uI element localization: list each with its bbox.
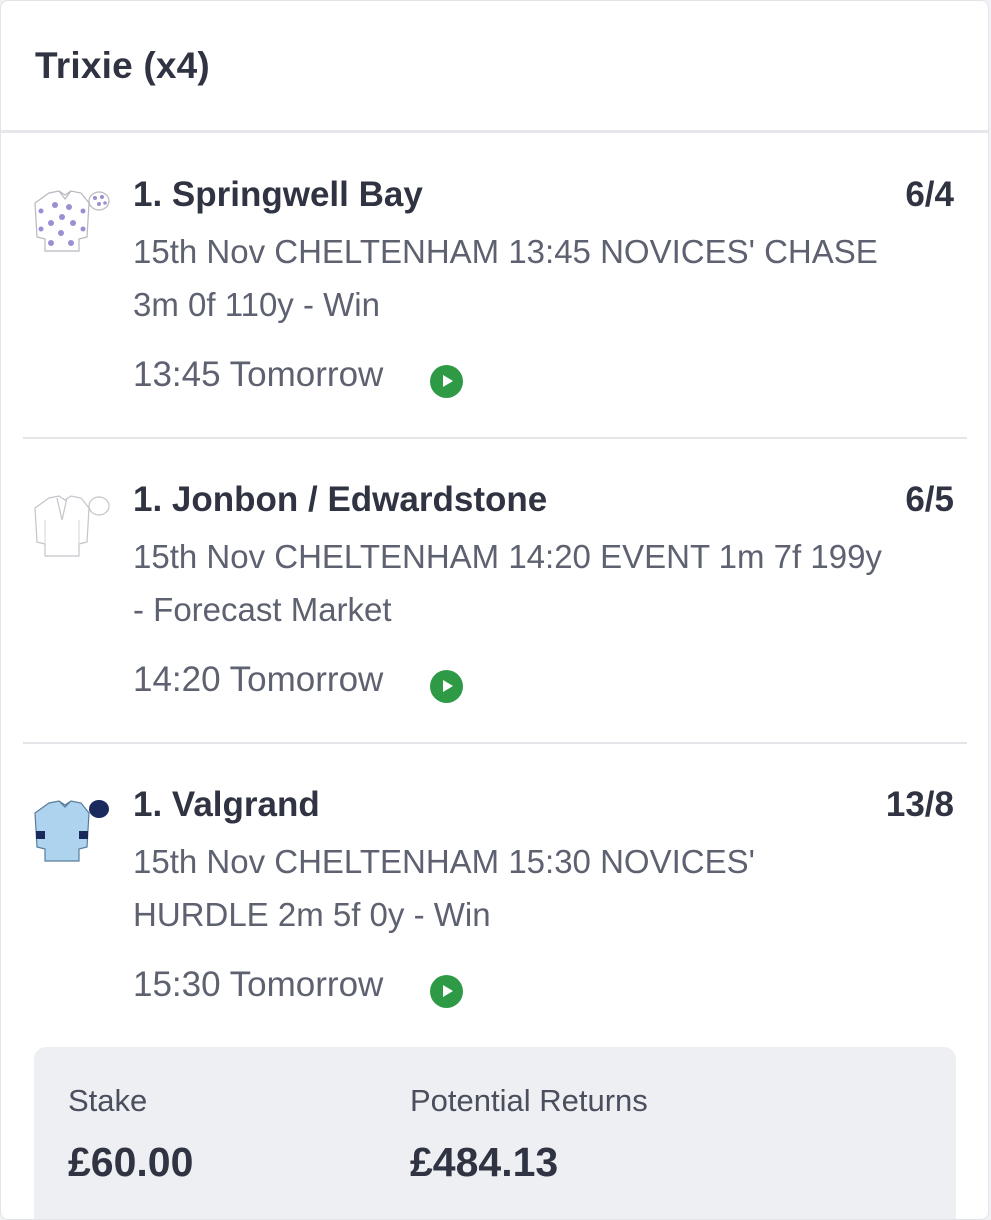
selection-row: 1. Springwell Bay 6/4 15th Nov CHELTENHA… <box>1 169 988 474</box>
play-icon[interactable] <box>430 365 463 398</box>
selection-row: 1. Valgrand 13/8 15th Nov CHELTENHAM 15:… <box>1 779 988 1084</box>
selection-odds: 6/4 <box>905 175 954 214</box>
selection-odds: 6/5 <box>905 480 954 519</box>
selection-row: 1. Jonbon / Edwardstone 6/5 15th Nov CHE… <box>1 474 988 779</box>
silk-generic-white-icon <box>34 495 110 557</box>
silk-light-blue-navy-armlets-icon <box>34 800 109 862</box>
selection-name: 1. Jonbon / Edwardstone <box>133 480 548 519</box>
play-icon[interactable] <box>430 670 463 703</box>
bet-header: Trixie (x4) <box>1 1 988 133</box>
divider <box>23 742 967 744</box>
selection-description: 15th Nov CHELTENHAM 15:30 NOVICES' HURDL… <box>133 843 755 933</box>
potential-returns-value: £484.13 <box>410 1139 559 1185</box>
potential-returns-label: Potential Returns <box>410 1083 648 1118</box>
divider <box>23 437 967 439</box>
stake-summary: Stake £60.00 Potential Returns £484.13 <box>34 1047 956 1219</box>
selection-time: 15:30 Tomorrow <box>133 965 384 1004</box>
selection-odds: 13/8 <box>885 785 954 824</box>
bet-type-title: Trixie (x4) <box>35 45 210 86</box>
selection-name: 1. Springwell Bay <box>133 175 423 214</box>
selection-description: 15th Nov CHELTENHAM 14:20 EVENT 1m 7f 19… <box>133 538 882 628</box>
stake-value: £60.00 <box>68 1139 194 1185</box>
bet-card: Trixie (x4) 1. Springwell Bay 6/4 15th N… <box>0 0 989 1220</box>
selection-description: 15th Nov CHELTENHAM 13:45 NOVICES' CHASE… <box>133 233 878 323</box>
play-icon[interactable] <box>430 975 463 1008</box>
stake-label: Stake <box>68 1083 148 1118</box>
selection-time: 13:45 Tomorrow <box>133 355 384 394</box>
selection-name: 1. Valgrand <box>133 785 320 824</box>
silk-white-purple-stars-icon <box>34 190 110 252</box>
selection-time: 14:20 Tomorrow <box>133 660 384 699</box>
